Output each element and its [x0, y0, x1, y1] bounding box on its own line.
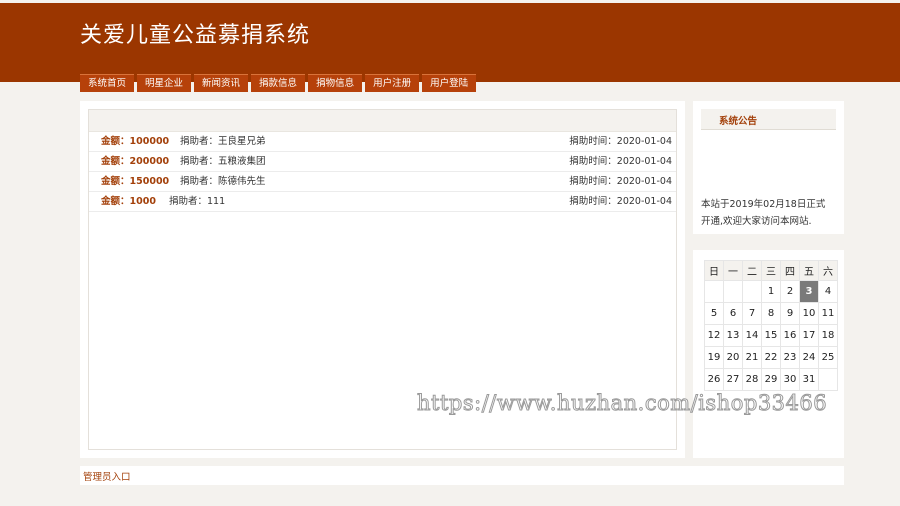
nav-item-goods-donations[interactable]: 捐物信息 [308, 74, 363, 92]
calendar-day[interactable]: 30 [780, 368, 800, 391]
calendar-day[interactable]: 7 [742, 302, 762, 325]
donation-amount: 金额：150000 [101, 176, 170, 187]
calendar-day[interactable]: 14 [742, 324, 762, 347]
site-title: 关爱儿童公益募捐系统 [80, 23, 311, 48]
list-item[interactable]: 金额：150000 捐助者：陈德伟先生 捐助时间：2020-01-04 [89, 172, 676, 192]
calendar-day[interactable]: 8 [761, 302, 781, 325]
calendar-week: 12 13 14 15 16 17 18 [704, 324, 838, 347]
admin-entry-link[interactable]: 管理员入口 [83, 469, 131, 483]
list-item[interactable]: 金额：200000 捐助者：五粮液集团 捐助时间：2020-01-04 [89, 152, 676, 172]
calendar-day[interactable]: 9 [780, 302, 800, 325]
calendar-weekday: 二 [742, 260, 762, 281]
calendar-weekday: 五 [799, 260, 819, 281]
calendar-day [704, 280, 724, 303]
calendar-week: 19 20 21 22 23 24 25 [704, 346, 838, 369]
calendar-day[interactable]: 19 [704, 346, 724, 369]
calendar-day[interactable]: 27 [723, 368, 743, 391]
calendar-day[interactable]: 28 [742, 368, 762, 391]
calendar-day-today[interactable]: 3 [799, 280, 819, 303]
nav-item-star-companies[interactable]: 明星企业 [137, 74, 192, 92]
calendar-weekday-row: 日 一 二 三 四 五 六 [704, 260, 838, 281]
calendar-week: 26 27 28 29 30 31 [704, 368, 838, 391]
list-item[interactable]: 金额：1000 捐助者：111 捐助时间：2020-01-04 [89, 192, 676, 212]
nav-item-news[interactable]: 新闻资讯 [194, 74, 249, 92]
donation-amount: 金额：100000 [101, 136, 170, 147]
calendar-day[interactable]: 5 [704, 302, 724, 325]
calendar-day[interactable]: 18 [818, 324, 838, 347]
calendar-weekday: 三 [761, 260, 781, 281]
calendar-box: 日 一 二 三 四 五 六 1 2 3 4 5 6 7 8 9 10 11 12 [693, 250, 844, 458]
calendar-day[interactable]: 31 [799, 368, 819, 391]
main-nav: 系统首页 明星企业 新闻资讯 捐款信息 捐物信息 用户注册 用户登陆 [80, 74, 479, 92]
calendar: 日 一 二 三 四 五 六 1 2 3 4 5 6 7 8 9 10 11 12 [704, 260, 838, 391]
calendar-weekday: 日 [704, 260, 724, 281]
calendar-day[interactable]: 2 [780, 280, 800, 303]
donation-list-header [89, 110, 676, 132]
announcement-header: 系统公告 [701, 109, 836, 130]
donation-time: 捐助时间：2020-01-04 [569, 196, 672, 207]
calendar-day[interactable]: 25 [818, 346, 838, 369]
calendar-day [818, 368, 838, 391]
nav-item-money-donations[interactable]: 捐款信息 [251, 74, 306, 92]
nav-item-login[interactable]: 用户登陆 [422, 74, 477, 92]
calendar-day[interactable]: 6 [723, 302, 743, 325]
donation-donor: 捐助者：五粮液集团 [180, 156, 266, 167]
calendar-day [742, 280, 762, 303]
calendar-weekday: 四 [780, 260, 800, 281]
calendar-day[interactable]: 11 [818, 302, 838, 325]
donation-donor: 捐助者：王良星兄弟 [180, 136, 266, 147]
list-item[interactable]: 金额：100000 捐助者：王良星兄弟 捐助时间：2020-01-04 [89, 132, 676, 152]
donation-time: 捐助时间：2020-01-04 [569, 156, 672, 167]
site-header: 关爱儿童公益募捐系统 [0, 3, 900, 82]
calendar-day[interactable]: 29 [761, 368, 781, 391]
donation-donor: 捐助者：陈德伟先生 [180, 176, 266, 187]
calendar-day[interactable]: 13 [723, 324, 743, 347]
calendar-day[interactable]: 10 [799, 302, 819, 325]
announcement-title: 系统公告 [719, 116, 758, 127]
nav-item-register[interactable]: 用户注册 [365, 74, 420, 92]
announcement-box: 系统公告 本站于2019年02月18日正式开通,欢迎大家访问本网站. [693, 101, 844, 234]
nav-item-home[interactable]: 系统首页 [80, 74, 135, 92]
donation-amount: 金额：200000 [101, 156, 170, 167]
calendar-day[interactable]: 15 [761, 324, 781, 347]
page-footer: 管理员入口 [80, 466, 844, 485]
calendar-day[interactable]: 22 [761, 346, 781, 369]
calendar-day[interactable]: 12 [704, 324, 724, 347]
calendar-day[interactable]: 26 [704, 368, 724, 391]
donation-time: 捐助时间：2020-01-04 [569, 176, 672, 187]
calendar-weekday: 一 [723, 260, 743, 281]
calendar-day [723, 280, 743, 303]
calendar-week: 1 2 3 4 [704, 280, 838, 303]
calendar-day[interactable]: 4 [818, 280, 838, 303]
calendar-day[interactable]: 17 [799, 324, 819, 347]
calendar-weekday: 六 [818, 260, 838, 281]
donation-amount: 金额：1000 [101, 196, 156, 207]
watermark-text: https://www.huzhan.com/ishop33466 [416, 391, 828, 416]
donation-time: 捐助时间：2020-01-04 [569, 136, 672, 147]
announcement-text: 本站于2019年02月18日正式开通,欢迎大家访问本网站. [701, 199, 826, 227]
calendar-day[interactable]: 16 [780, 324, 800, 347]
donation-donor: 捐助者：111 [169, 196, 226, 207]
calendar-day[interactable]: 23 [780, 346, 800, 369]
calendar-day[interactable]: 20 [723, 346, 743, 369]
calendar-day[interactable]: 1 [761, 280, 781, 303]
calendar-week: 5 6 7 8 9 10 11 [704, 302, 838, 325]
calendar-day[interactable]: 24 [799, 346, 819, 369]
calendar-day[interactable]: 21 [742, 346, 762, 369]
